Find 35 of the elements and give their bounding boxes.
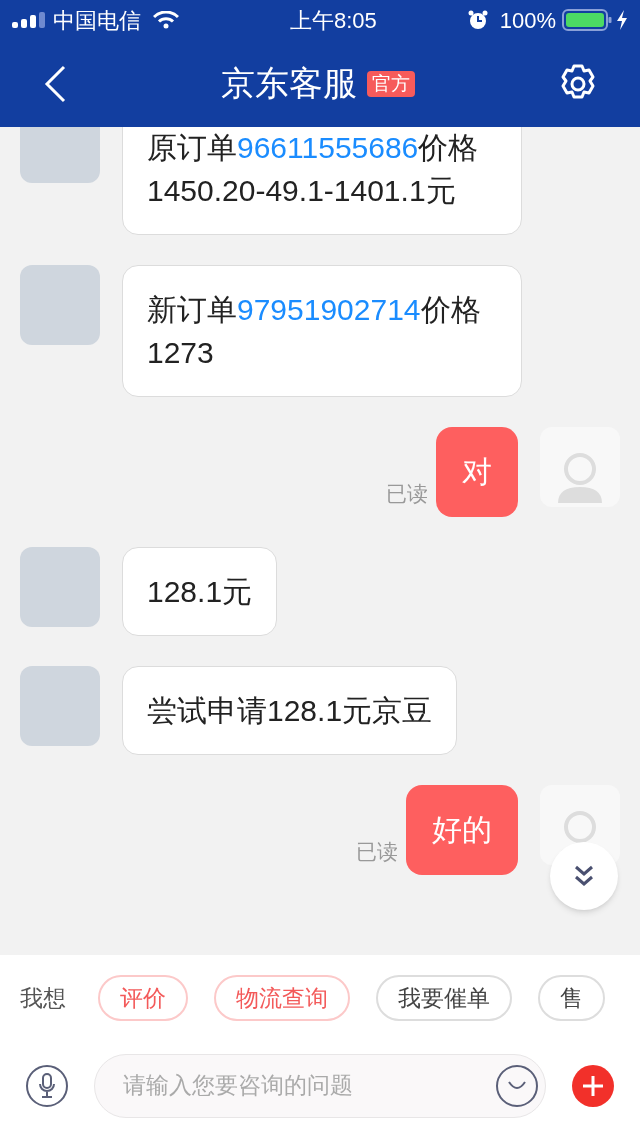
clock-time: 上午8:05	[289, 6, 377, 35]
agent-message-bubble: 128.1元	[122, 547, 278, 636]
battery-icon	[562, 9, 612, 31]
quick-reply-chip[interactable]: 我要催单	[376, 975, 512, 1021]
back-icon	[44, 64, 66, 103]
signal-icon	[12, 12, 46, 28]
emoji-button[interactable]	[496, 1064, 538, 1107]
order-number-link[interactable]: 96611555686	[237, 131, 419, 164]
add-button[interactable]	[572, 1064, 614, 1107]
message-input-field[interactable]: 请输入您要咨询的问题	[94, 1053, 546, 1118]
plus-icon	[582, 1074, 604, 1097]
voice-button[interactable]	[26, 1064, 68, 1107]
alarm-icon	[467, 10, 488, 30]
smiley-icon	[507, 1079, 527, 1092]
agent-message-bubble: 原订单96611555686价格1450.20-49.1-1401.1元	[122, 127, 522, 235]
quick-reply-chip[interactable]: 物流查询	[214, 975, 350, 1021]
double-chevron-down-icon	[574, 865, 594, 887]
quick-reply-label: 我想	[20, 983, 66, 1013]
charging-icon	[616, 10, 628, 30]
official-badge: 官方	[367, 70, 415, 97]
quick-reply-chip[interactable]: 评价	[98, 975, 188, 1021]
scroll-down-button[interactable]	[550, 842, 618, 910]
read-receipt: 已读	[356, 838, 398, 865]
battery-percent: 100%	[499, 6, 556, 35]
microphone-icon	[38, 1072, 56, 1099]
user-message-bubble: 好的	[406, 785, 518, 875]
quick-reply-chip[interactable]: 售	[538, 975, 605, 1021]
agent-message-bubble: 新订单97951902714价格1273	[122, 265, 522, 397]
carrier-name: 中国电信	[53, 6, 141, 35]
read-receipt: 已读	[386, 480, 428, 507]
wifi-icon	[153, 11, 179, 29]
order-number-link[interactable]: 97951902714	[237, 293, 421, 326]
chat-title: 京东客服	[221, 63, 357, 104]
user-message-bubble: 对	[436, 427, 518, 517]
agent-message-bubble: 尝试申请128.1元京豆	[122, 666, 458, 755]
